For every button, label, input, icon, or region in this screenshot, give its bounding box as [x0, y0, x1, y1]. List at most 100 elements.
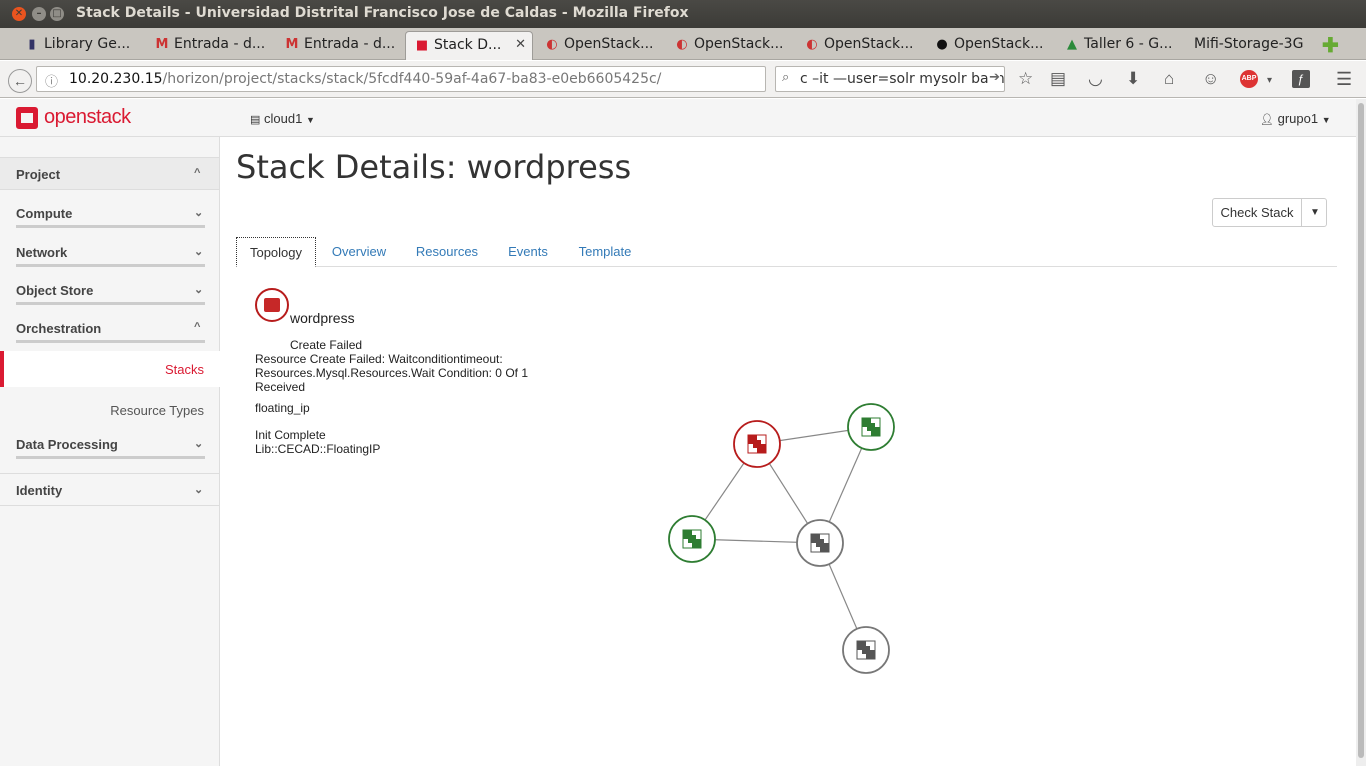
stack-status-icon — [255, 288, 289, 322]
reading-list-icon[interactable]: ▤ — [1050, 69, 1066, 89]
bookmark-star-icon[interactable]: ☆ — [1018, 69, 1033, 89]
divider — [16, 456, 205, 459]
window-titlebar: ✕ – □ Stack Details - Universidad Distri… — [0, 0, 1366, 28]
stack-detail-tabs: Topology Overview Resources Events Templ… — [236, 237, 1337, 267]
stack-name: wordpress — [290, 310, 355, 326]
tab-overview[interactable]: Overview — [322, 237, 396, 267]
scrollbar-thumb[interactable] — [1358, 103, 1364, 758]
tab-events[interactable]: Events — [500, 237, 556, 267]
chevron-down-icon: ⌄ — [194, 246, 204, 258]
check-stack-button-group: Check Stack ▼ — [1212, 198, 1327, 227]
browser-tab[interactable]: ◐ OpenStack... — [796, 31, 924, 60]
chevron-down-icon: ⌄ — [194, 284, 204, 296]
drive-icon: ▲ — [1067, 37, 1077, 52]
url-path: /horizon/project/stacks/stack/5fcdf440-5… — [162, 71, 662, 87]
divider — [16, 302, 205, 305]
topology-node-init[interactable] — [796, 519, 844, 567]
browser-tab-bar: ▮ Library Ge... M Entrada - d... M Entra… — [0, 28, 1366, 60]
chevron-down-icon[interactable]: ▼ — [1303, 199, 1327, 226]
openstack-icon: ◐ — [546, 37, 558, 52]
search-icon: ⌕ — [782, 70, 790, 85]
browser-tab[interactable]: M Entrada - d... — [276, 31, 404, 60]
chevron-down-icon: ⌄ — [194, 484, 204, 496]
chevron-down-icon: ⌄ — [194, 438, 204, 450]
browser-tab-active[interactable]: ■ Stack D... ✕ — [405, 31, 533, 60]
check-stack-button[interactable]: Check Stack — [1213, 199, 1302, 226]
topology-node-complete[interactable] — [847, 403, 895, 451]
window-maximize-icon[interactable]: □ — [50, 7, 64, 21]
back-icon[interactable]: ← — [8, 69, 32, 93]
cloud-selector[interactable]: ▤ cloud1 ▼ — [250, 111, 315, 126]
download-icon[interactable]: ⬇ — [1126, 69, 1140, 89]
sidebar-item-resource-types[interactable]: Resource Types — [0, 399, 220, 421]
chevron-up-icon: ^ — [194, 321, 201, 333]
stack-status-reason: Resource Create Failed: Waitconditiontim… — [255, 352, 503, 366]
browser-tab[interactable]: ● OpenStack... — [926, 31, 1054, 60]
gmail-icon: M — [285, 37, 299, 52]
url-bar[interactable]: ⓘ 10.20.230.15/horizon/project/stacks/st… — [36, 66, 766, 92]
openstack-icon: ◐ — [676, 37, 688, 52]
search-input[interactable]: ⌕ c –it —user=solr mysolr bash ➔ — [775, 66, 1005, 92]
chevron-down-icon[interactable]: ▾ — [1267, 71, 1272, 91]
openstack-icon: ◐ — [806, 37, 818, 52]
openstack-topnav — [0, 99, 1356, 137]
chevron-up-icon: ^ — [194, 167, 201, 179]
chevron-down-icon: ⌄ — [194, 207, 204, 219]
window-title: Stack Details - Universidad Distrital Fr… — [76, 5, 689, 21]
home-icon[interactable]: ⌂ — [1164, 69, 1174, 89]
topology-graph — [668, 403, 895, 674]
chevron-down-icon: ▼ — [1321, 115, 1331, 125]
adblock-icon[interactable]: ABP — [1240, 70, 1258, 88]
scratchpad-icon[interactable]: ƒ — [1292, 70, 1310, 88]
stack-status-reason: Resources.Mysql.Resources.Wait Condition… — [255, 366, 528, 380]
tab-template[interactable]: Template — [572, 237, 638, 267]
topology-node-init[interactable] — [842, 626, 890, 674]
new-tab-icon[interactable]: ✚ — [1322, 33, 1339, 58]
resource-name: floating_ip — [255, 401, 310, 415]
divider — [0, 473, 219, 474]
user-menu[interactable]: 👤︎ grupo1 ▼ — [1260, 111, 1331, 126]
github-icon: ● — [936, 37, 948, 52]
stack-status-reason: Received — [255, 380, 306, 394]
url-host: 10.20.230.15 — [69, 71, 163, 87]
browser-tab[interactable]: ▮ Library Ge... — [16, 31, 144, 60]
gmail-icon: M — [155, 37, 169, 52]
arrow-right-icon[interactable]: ➔ — [989, 70, 1000, 85]
browser-tab[interactable]: Mifi-Storage-3G — [1186, 31, 1314, 60]
browser-tab[interactable]: ◐ OpenStack... — [666, 31, 794, 60]
page-title: Stack Details: wordpress — [236, 148, 632, 186]
menu-icon[interactable]: ☰ — [1336, 69, 1352, 89]
resource-status: Init Complete — [255, 428, 326, 442]
sidebar: Project ^ Compute ⌄ Network ⌄ Object Sto… — [0, 137, 220, 766]
openstack-logo-icon — [16, 107, 38, 129]
topology-node-complete[interactable] — [668, 515, 716, 563]
sidebar-item-stacks[interactable]: Stacks — [0, 351, 220, 387]
openstack-icon: ■ — [415, 38, 429, 53]
library-icon: ▮ — [28, 37, 36, 52]
divider — [16, 340, 205, 343]
server-icon: ▤ — [250, 114, 261, 126]
info-icon[interactable]: ⓘ — [45, 71, 58, 90]
logo-text: openstack — [44, 106, 131, 128]
window-close-icon[interactable]: ✕ — [12, 7, 26, 21]
user-icon: 👤︎ — [1260, 114, 1274, 126]
divider — [0, 505, 219, 506]
resource-type: Lib::CECAD::FloatingIP — [255, 442, 381, 456]
topology-links — [691, 426, 872, 651]
divider — [16, 264, 205, 267]
browser-tab[interactable]: ◐ OpenStack... — [536, 31, 664, 60]
close-tab-icon[interactable]: ✕ — [515, 37, 526, 52]
topology-node-failed[interactable] — [733, 420, 781, 468]
window-minimize-icon[interactable]: – — [32, 7, 46, 21]
browser-tab[interactable]: M Entrada - d... — [146, 31, 274, 60]
stack-status: Create Failed — [290, 338, 363, 352]
tab-resources[interactable]: Resources — [408, 237, 486, 267]
search-value: c –it —user=solr mysolr bash — [800, 71, 1005, 87]
pocket-icon[interactable]: ◡ — [1088, 69, 1103, 89]
divider — [16, 225, 205, 228]
chevron-down-icon: ▼ — [305, 115, 315, 125]
tab-topology[interactable]: Topology — [236, 237, 316, 267]
chat-icon[interactable]: ☺ — [1202, 69, 1219, 89]
browser-tab[interactable]: ▲ Taller 6 - G... — [1056, 31, 1184, 60]
page-scrollbar[interactable] — [1356, 99, 1366, 766]
